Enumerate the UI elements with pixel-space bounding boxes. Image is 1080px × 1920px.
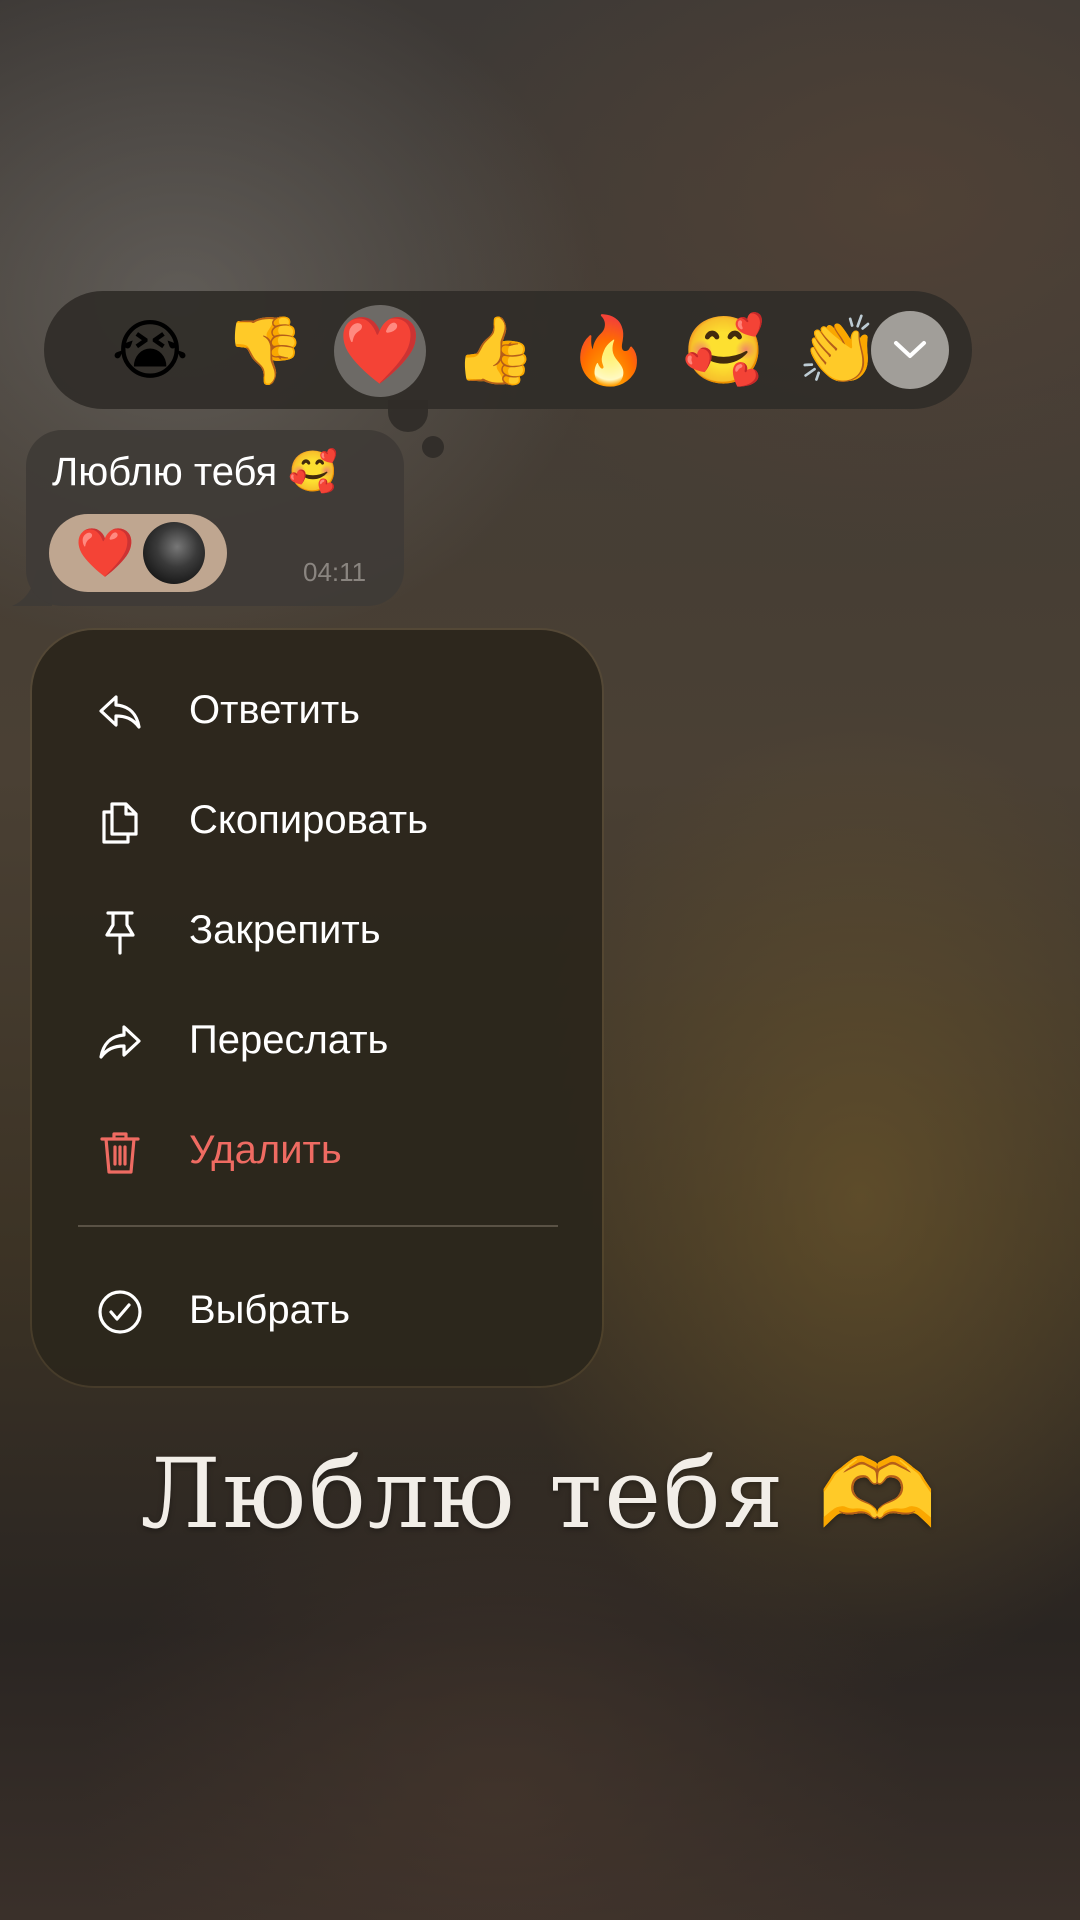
avatar [143,522,205,584]
check-circle-icon [98,1290,142,1334]
message-timestamp: 04:11 [303,557,367,587]
chevron-down-icon [894,341,926,358]
message-text: Люблю тебя 🥰 [52,449,339,495]
message-reaction-pill[interactable]: ❤️ [49,514,227,592]
context-menu: Ответить Скопировать Закрепить Переслать… [32,630,602,1386]
red-heart-icon: ❤️ [75,525,135,581]
background-caption: Люблю тебя 🫶 [140,1438,940,1550]
smiling-face-with-hearts-emoji: 🥰 [288,449,339,495]
expand-reactions-button[interactable] [871,311,949,389]
reaction-thumbs-down[interactable]: 👎 [219,305,311,397]
reaction-bar-tail [388,400,428,432]
reaction-bar-tail-dot [422,436,444,458]
forward-icon [99,1025,141,1059]
menu-item-reply[interactable]: Ответить [32,660,602,760]
pin-icon [105,911,135,955]
trash-icon [100,1132,140,1174]
menu-item-copy[interactable]: Скопировать [32,770,602,870]
reaction-thumbs-up[interactable]: 👍 [449,305,541,397]
heart-hands-emoji: 🫶 [817,1438,940,1550]
menu-item-forward[interactable]: Переслать [32,990,602,1090]
copy-icon [102,802,138,844]
reaction-fire[interactable]: 🔥 [563,305,655,397]
reaction-loudly-crying-face[interactable]: 😭 [104,305,196,397]
reaction-smiling-face-with-hearts[interactable]: 🥰 [678,305,770,397]
reply-icon [99,695,141,729]
menu-item-delete[interactable]: Удалить [32,1100,602,1200]
menu-item-pin[interactable]: Закрепить [32,880,602,980]
reaction-red-heart[interactable]: ❤️ [334,305,426,397]
menu-divider [78,1225,558,1227]
menu-item-select[interactable]: Выбрать [32,1260,602,1360]
reaction-bar: 😭 👎 ❤️ 👍 🔥 🥰 👏 [44,291,972,409]
